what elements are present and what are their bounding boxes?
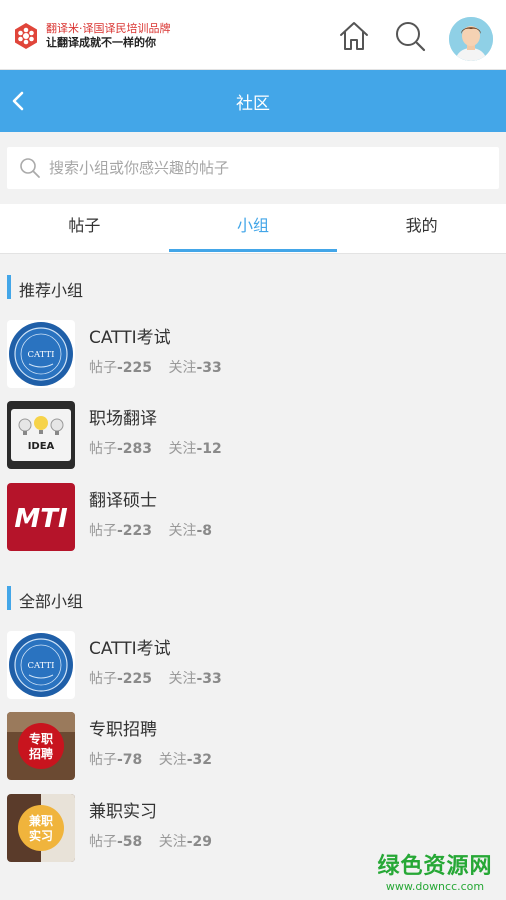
- mti-text: MTI: [14, 504, 68, 534]
- idea-bulbs-icon: IDEA: [7, 401, 75, 469]
- page-header: 社区: [0, 70, 506, 132]
- group-stats: 帖子-225 关注-33: [89, 671, 222, 687]
- search-input[interactable]: [49, 147, 489, 189]
- section-recommended-header: 推荐小组: [0, 269, 506, 305]
- group-stats: 帖子-283 关注-12: [89, 441, 222, 457]
- group-item-mti[interactable]: MTI 翻译硕士 帖子-223 关注-8: [0, 483, 506, 564]
- group-stats: 帖子-78 关注-32: [89, 752, 213, 768]
- svg-text:CATTI: CATTI: [27, 350, 54, 360]
- group-name: CATTI考试: [89, 639, 171, 659]
- fulltime-badge-icon: 专职 招聘: [7, 712, 75, 780]
- group-stats: 帖子-58 关注-29: [89, 834, 213, 850]
- group-item-catti[interactable]: CATTI CATTI考试 帖子-225 关注-33: [0, 320, 506, 401]
- search-box[interactable]: [7, 147, 499, 189]
- tab-groups[interactable]: 小组: [168, 204, 338, 253]
- group-item-catti[interactable]: CATTI CATTI考试 帖子-225 关注-33: [0, 631, 506, 712]
- group-name: 翻译硕士: [89, 491, 157, 511]
- catti-badge-icon: CATTI: [7, 631, 75, 699]
- svg-text:实习: 实习: [29, 828, 53, 843]
- svg-text:专职: 专职: [29, 731, 53, 746]
- section-title: 全部小组: [19, 592, 84, 611]
- search-area: [0, 132, 506, 204]
- search-field-icon: [20, 158, 40, 178]
- mti-logo-icon: MTI: [7, 483, 75, 551]
- group-name: 专职招聘: [89, 720, 157, 740]
- section-accent-bar: [7, 586, 11, 610]
- page-title: 社区: [236, 94, 270, 114]
- avatar-person-icon: [449, 17, 493, 61]
- group-stats: 帖子-225 关注-33: [89, 360, 222, 376]
- svg-text:兼职: 兼职: [28, 813, 53, 828]
- watermark-url: www.downcc.com: [385, 880, 485, 893]
- idea-text: IDEA: [28, 441, 55, 452]
- watermark-title: 绿色资源网: [377, 854, 493, 879]
- svg-text:CATTI: CATTI: [27, 661, 54, 671]
- tab-mine[interactable]: 我的: [337, 204, 506, 253]
- brand-logo-icon: [15, 23, 37, 49]
- top-bar: 翻译米·译国译民培训品牌 让翻译成就不一样的你: [0, 0, 506, 70]
- brand-slogan-2: 让翻译成就不一样的你: [46, 36, 156, 49]
- brand[interactable]: 翻译米·译国译民培训品牌 让翻译成就不一样的你: [12, 22, 171, 50]
- group-item-workplace-translation[interactable]: IDEA 职场翻译 帖子-283 关注-12: [0, 401, 506, 482]
- catti-badge-icon: CATTI: [7, 320, 75, 388]
- section-title: 推荐小组: [19, 281, 84, 300]
- parttime-badge-icon: 兼职 实习: [7, 794, 75, 862]
- brand-slogan-1: 翻译米·译国译民培训品牌: [46, 22, 171, 35]
- tab-posts[interactable]: 帖子: [0, 204, 169, 253]
- section-all-header: 全部小组: [0, 580, 506, 616]
- group-name: CATTI考试: [89, 328, 171, 348]
- search-icon[interactable]: [394, 20, 426, 52]
- section-accent-bar: [7, 275, 11, 299]
- group-name: 兼职实习: [89, 802, 157, 822]
- user-avatar[interactable]: [449, 17, 493, 61]
- tab-bar: 帖子 小组 我的: [0, 204, 506, 254]
- home-icon[interactable]: [338, 20, 370, 52]
- svg-text:招聘: 招聘: [29, 746, 53, 761]
- group-stats: 帖子-223 关注-8: [89, 523, 213, 539]
- site-watermark: 绿色资源网 www.downcc.com: [370, 848, 500, 893]
- group-name: 职场翻译: [89, 409, 157, 429]
- group-item-fulltime-jobs[interactable]: 专职 招聘 专职招聘 帖子-78 关注-32: [0, 712, 506, 793]
